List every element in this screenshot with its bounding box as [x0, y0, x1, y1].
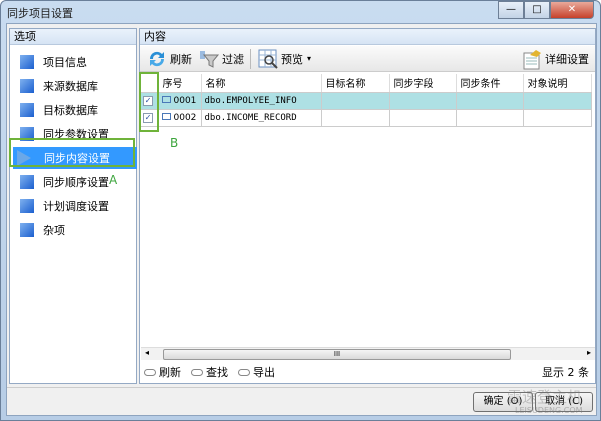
- item-icon: [20, 175, 34, 189]
- minimize-button[interactable]: —: [498, 1, 524, 19]
- annotation-box-a: [9, 138, 135, 167]
- sidebar-item[interactable]: 目标数据库: [16, 99, 134, 121]
- row-fields: [389, 109, 457, 127]
- toolbar: 刷新 过滤 预览 ▾ 详细设置: [140, 46, 595, 72]
- row-target: [321, 109, 390, 127]
- sidebar-item-label: 计划调度设置: [43, 200, 109, 213]
- footer-find-label: 查找: [206, 366, 228, 379]
- refresh-icon: [149, 51, 165, 66]
- footer-export-button[interactable]: 导出: [238, 364, 275, 380]
- dialog-window: 同步项目设置 — □ ✕ 选项 项目信息 来源数据库 目标数据库 同步参数设置 同步内容…: [0, 0, 601, 421]
- column-header[interactable]: 序号: [158, 74, 202, 93]
- window-title: 同步项目设置: [7, 7, 73, 20]
- item-icon: [20, 103, 34, 117]
- options-panel: 选项 项目信息 来源数据库 目标数据库 同步参数设置 同步内容设置 同步顺序设置 计划调度设…: [9, 28, 137, 384]
- footer-refresh-button[interactable]: 刷新: [144, 364, 181, 380]
- table-icon: [161, 112, 171, 120]
- annotation-label-b: B: [170, 136, 179, 150]
- refresh-button[interactable]: 刷新: [146, 48, 192, 70]
- sidebar-item-label: 同步顺序设置: [43, 176, 109, 189]
- options-header: 选项: [10, 29, 136, 45]
- column-header[interactable]: 对象说明: [523, 74, 592, 93]
- row-description: [523, 109, 592, 127]
- toolbar-separator: [250, 48, 251, 69]
- scroll-left-arrow[interactable]: ◂: [145, 348, 149, 357]
- row-number: 0001: [173, 95, 197, 106]
- annotation-label-a: A: [109, 173, 118, 187]
- row-target: [321, 92, 390, 110]
- column-header[interactable]: 名称: [201, 74, 322, 93]
- filter-label: 过滤: [222, 52, 244, 66]
- row-fields: [389, 92, 457, 110]
- item-icon: [20, 79, 34, 93]
- content-panel: 内容 刷新 过滤 预览 ▾ 详细设置 序号 名称 目标名称 同步字段 同步条件 …: [139, 28, 596, 384]
- detail-settings-button[interactable]: 详细设置: [521, 48, 589, 70]
- row-condition: [456, 109, 524, 127]
- table-footer: 刷新 查找 导出 显示 2 条: [140, 362, 595, 382]
- table-icon: [161, 95, 171, 103]
- row-name: dbo.EMPOLYEE_INFO: [201, 92, 322, 110]
- row-description: [523, 92, 592, 110]
- item-icon: [20, 223, 34, 237]
- row-count: 显示 2 条: [542, 366, 589, 379]
- filter-button[interactable]: 过滤: [198, 48, 244, 70]
- refresh-label: 刷新: [170, 52, 192, 66]
- client-area: 选项 项目信息 来源数据库 目标数据库 同步参数设置 同步内容设置 同步顺序设置 计划调度设…: [6, 23, 597, 416]
- maximize-button[interactable]: □: [524, 1, 550, 19]
- watermark-sub: LEISUDENG.COM: [515, 406, 583, 415]
- preview-dropdown-arrow[interactable]: ▾: [307, 54, 311, 63]
- item-icon: [20, 55, 34, 69]
- watermark: 雷速登主机: [507, 388, 583, 406]
- table-row[interactable]: ✓ 0002 dbo.INCOME_RECORD: [140, 109, 592, 127]
- scroll-right-arrow[interactable]: ▸: [587, 348, 591, 357]
- preview-label: 预览: [281, 52, 303, 66]
- preview-button[interactable]: 预览 ▾: [257, 48, 311, 70]
- detail-settings-icon: [523, 49, 541, 69]
- footer-refresh-label: 刷新: [159, 366, 181, 379]
- scroll-thumb[interactable]: III: [163, 349, 511, 360]
- export-pill-icon: [238, 368, 250, 376]
- item-icon: [20, 199, 34, 213]
- sidebar-item-label: 杂项: [43, 224, 65, 237]
- sidebar-item-label: 项目信息: [43, 56, 87, 69]
- column-header[interactable]: 同步条件: [456, 74, 524, 93]
- annotation-box-b: [139, 72, 159, 132]
- sidebar-item[interactable]: 项目信息: [16, 51, 134, 73]
- sidebar-item-label: 来源数据库: [43, 80, 98, 93]
- sidebar-item[interactable]: 杂项: [16, 219, 134, 241]
- content-table: 序号 名称 目标名称 同步字段 同步条件 对象说明 ✓ 0001 dbo.EMPOLYEE…: [140, 74, 592, 127]
- footer-find-button[interactable]: 查找: [191, 364, 228, 380]
- content-header: 内容: [140, 29, 595, 45]
- row-name: dbo.INCOME_RECORD: [201, 109, 322, 127]
- table-row[interactable]: ✓ 0001 dbo.EMPOLYEE_INFO: [140, 92, 592, 110]
- sidebar-item[interactable]: 计划调度设置: [16, 195, 134, 217]
- column-header[interactable]: 目标名称: [321, 74, 390, 93]
- column-header[interactable]: 同步字段: [389, 74, 457, 93]
- detail-settings-label: 详细设置: [545, 52, 589, 66]
- find-pill-icon: [191, 368, 203, 376]
- refresh-pill-icon: [144, 368, 156, 376]
- row-number: 0002: [173, 112, 197, 123]
- horizontal-scrollbar[interactable]: ◂ III ▸: [141, 347, 595, 360]
- filter-icon: [200, 50, 220, 68]
- row-condition: [456, 92, 524, 110]
- footer-export-label: 导出: [253, 366, 275, 379]
- sidebar-item[interactable]: 来源数据库: [16, 75, 134, 97]
- close-button[interactable]: ✕: [550, 1, 594, 19]
- preview-icon: [258, 49, 278, 69]
- sidebar-item-label: 目标数据库: [43, 104, 98, 117]
